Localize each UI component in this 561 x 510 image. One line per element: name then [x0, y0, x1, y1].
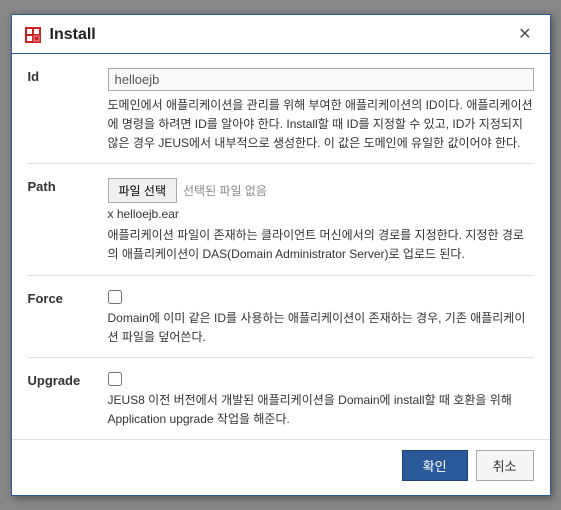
force-row: Force Domain에 이미 같은 ID를 사용하는 애플리케이션이 존재하… — [28, 276, 534, 358]
force-checkbox-wrap — [108, 290, 534, 304]
title-left: Install — [24, 26, 96, 44]
form-body: Id 도메인에서 애플리케이션을 관리를 위해 부여한 애플리케이션의 ID이다… — [12, 54, 550, 440]
install-icon — [24, 26, 42, 44]
file-select-button[interactable]: 파일 선택 — [108, 178, 178, 203]
file-placeholder: 선택된 파일 없음 — [183, 182, 267, 199]
force-checkbox[interactable] — [108, 290, 122, 304]
upgrade-row: Upgrade JEUS8 이전 버전에서 개발된 애플리케이션을 Domain… — [28, 358, 534, 439]
dialog-footer: 확인 취소 — [12, 439, 550, 495]
force-content: Domain에 이미 같은 ID를 사용하는 애플리케이션이 존재하는 경우, … — [108, 290, 534, 347]
id-row: Id 도메인에서 애플리케이션을 관리를 위해 부여한 애플리케이션의 ID이다… — [28, 54, 534, 165]
id-label: Id — [28, 68, 108, 84]
close-button[interactable]: ✕ — [512, 25, 537, 45]
id-input[interactable] — [108, 68, 534, 91]
id-desc: 도메인에서 애플리케이션을 관리를 위해 부여한 애플리케이션의 ID이다. 애… — [108, 96, 534, 154]
path-row: Path 파일 선택 선택된 파일 없음 x helloejb.ear 애플리케… — [28, 164, 534, 275]
upgrade-content: JEUS8 이전 버전에서 개발된 애플리케이션을 Domain에 instal… — [108, 372, 534, 429]
path-label: Path — [28, 178, 108, 194]
force-label: Force — [28, 290, 108, 306]
title-bar: Install ✕ — [12, 15, 550, 54]
path-desc: 애플리케이션 파일이 존재하는 클라이언트 머신에서의 경로를 지정한다. 지정… — [108, 226, 534, 264]
upgrade-checkbox-wrap — [108, 372, 534, 386]
upgrade-desc: JEUS8 이전 버전에서 개발된 애플리케이션을 Domain에 instal… — [108, 391, 534, 429]
file-path: x helloejb.ear — [108, 207, 534, 221]
path-content: 파일 선택 선택된 파일 없음 x helloejb.ear 애플리케이션 파일… — [108, 178, 534, 264]
file-row: 파일 선택 선택된 파일 없음 — [108, 178, 534, 203]
ok-button[interactable]: 확인 — [402, 450, 468, 481]
install-dialog: Install ✕ Id 도메인에서 애플리케이션을 관리를 위해 부여한 애플… — [11, 14, 551, 497]
dialog-title: Install — [50, 26, 96, 44]
id-content: 도메인에서 애플리케이션을 관리를 위해 부여한 애플리케이션의 ID이다. 애… — [108, 68, 534, 154]
upgrade-checkbox[interactable] — [108, 372, 122, 386]
upgrade-label: Upgrade — [28, 372, 108, 388]
cancel-button[interactable]: 취소 — [476, 450, 534, 481]
force-desc: Domain에 이미 같은 ID를 사용하는 애플리케이션이 존재하는 경우, … — [108, 309, 534, 347]
